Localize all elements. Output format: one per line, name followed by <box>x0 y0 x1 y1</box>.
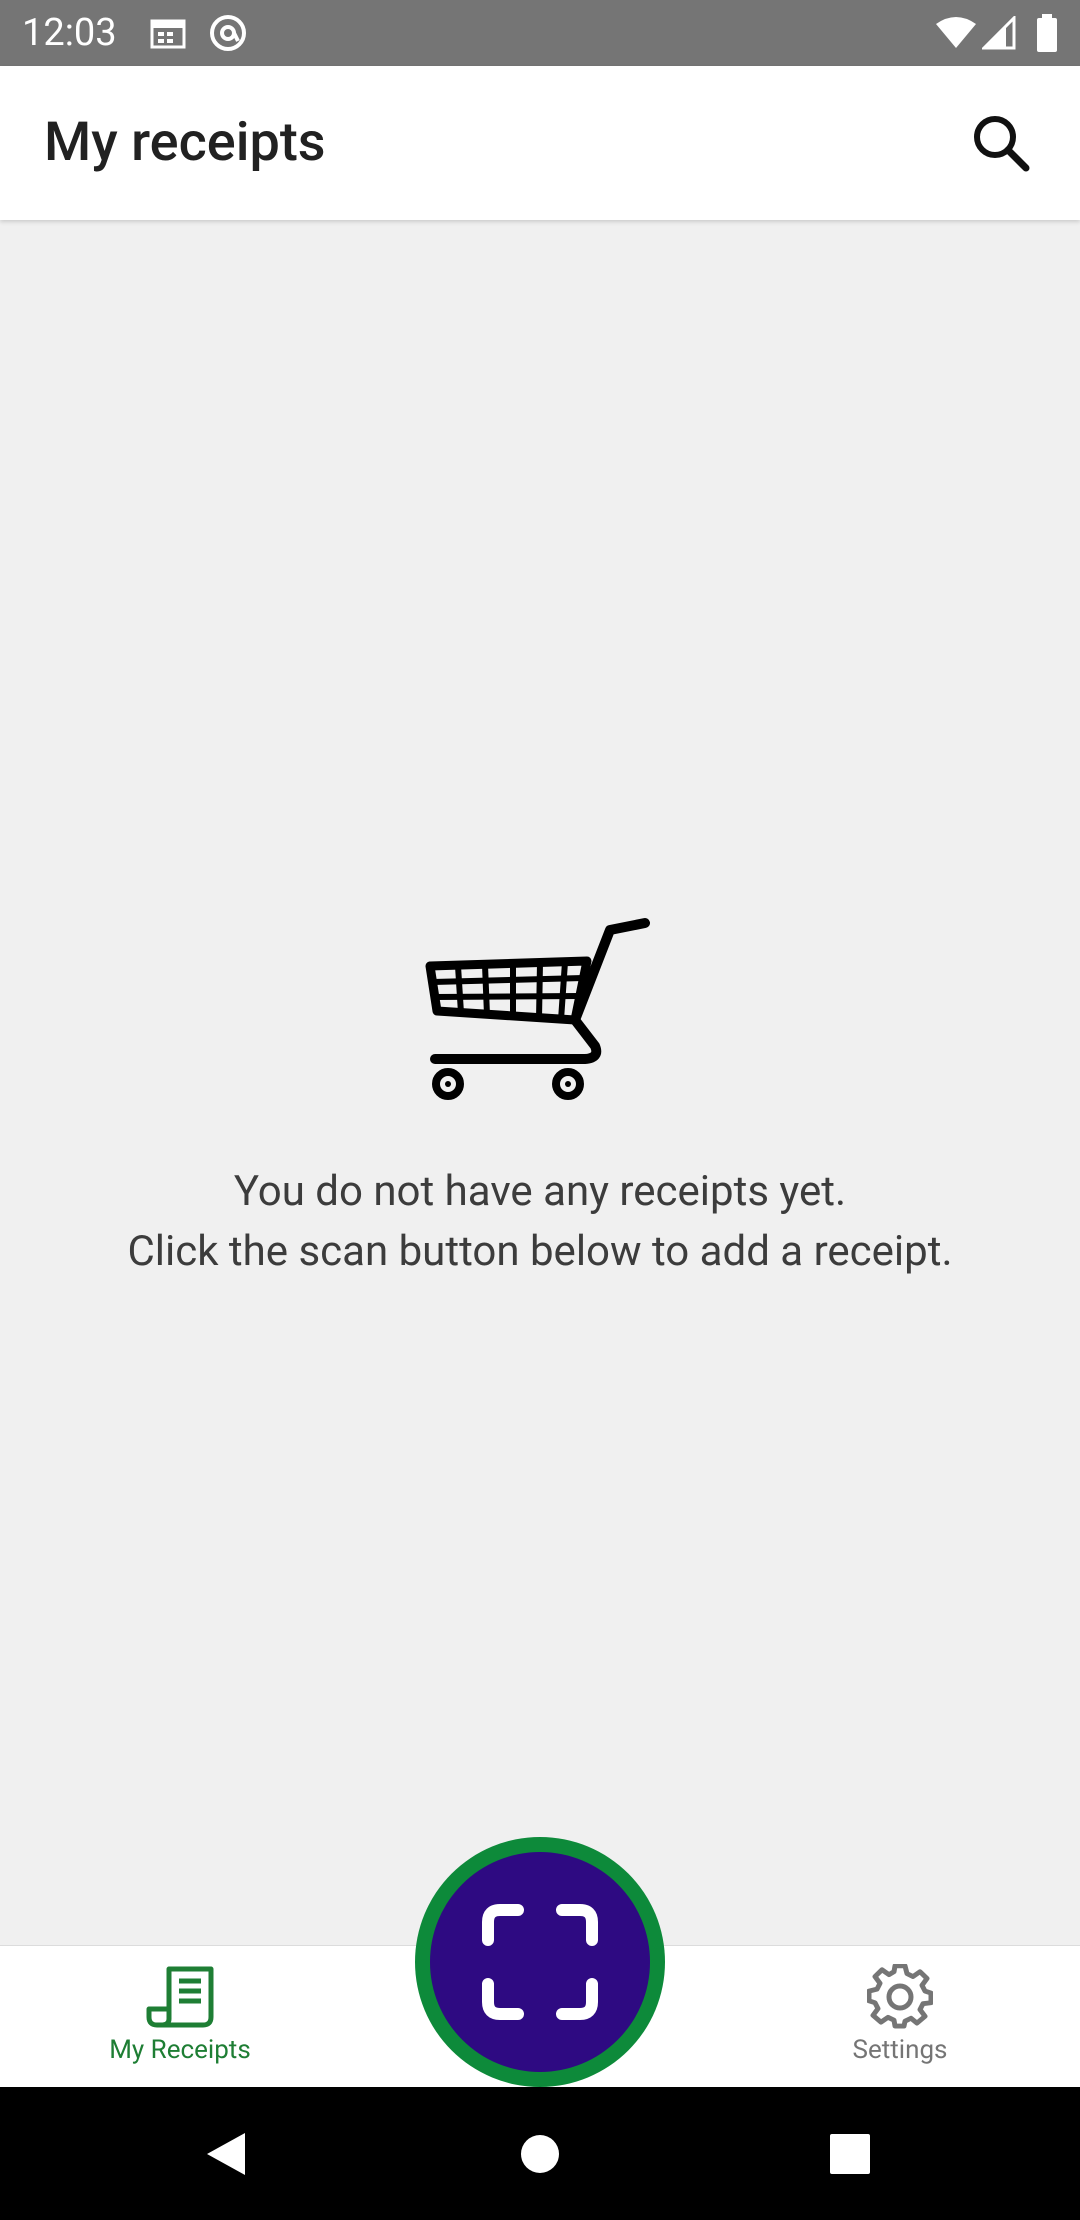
scan-icon <box>482 1904 598 2020</box>
at-sign-icon <box>208 0 248 66</box>
nav-label-my-receipts: My Receipts <box>109 2035 251 2065</box>
empty-message-line-1: You do not have any receipts yet. <box>233 1167 847 1216</box>
status-bar: 12:03 <box>0 0 1080 66</box>
system-navigation-bar <box>0 2087 1080 2220</box>
search-icon <box>974 116 1030 172</box>
signal-icon <box>982 0 1016 66</box>
home-icon[interactable] <box>480 2087 600 2220</box>
empty-message-line-2: Click the scan button below to add a rec… <box>127 1227 953 1276</box>
recents-icon[interactable] <box>790 2087 910 2220</box>
empty-message: You do not have any receipts yet. Click … <box>0 1162 1080 1282</box>
search-button[interactable] <box>960 102 1042 184</box>
status-time: 12:03 <box>22 11 117 55</box>
receipt-icon <box>145 1961 215 2033</box>
scan-button-inner <box>430 1852 650 2072</box>
wifi-icon <box>934 0 978 66</box>
shopping-cart-icon <box>425 916 650 1108</box>
gear-icon <box>867 1961 933 2033</box>
nav-item-my-receipts[interactable]: My Receipts <box>0 1946 360 2088</box>
page-title: My receipts <box>44 111 326 174</box>
nav-label-settings: Settings <box>852 2035 948 2065</box>
scan-button[interactable] <box>415 1837 665 2087</box>
nav-item-settings[interactable]: Settings <box>720 1946 1080 2088</box>
back-icon[interactable] <box>166 2087 286 2220</box>
battery-icon <box>1036 0 1058 66</box>
empty-state: You do not have any receipts yet. Click … <box>0 220 1080 1945</box>
calendar-icon <box>150 0 186 66</box>
app-bar: My receipts <box>0 66 1080 220</box>
